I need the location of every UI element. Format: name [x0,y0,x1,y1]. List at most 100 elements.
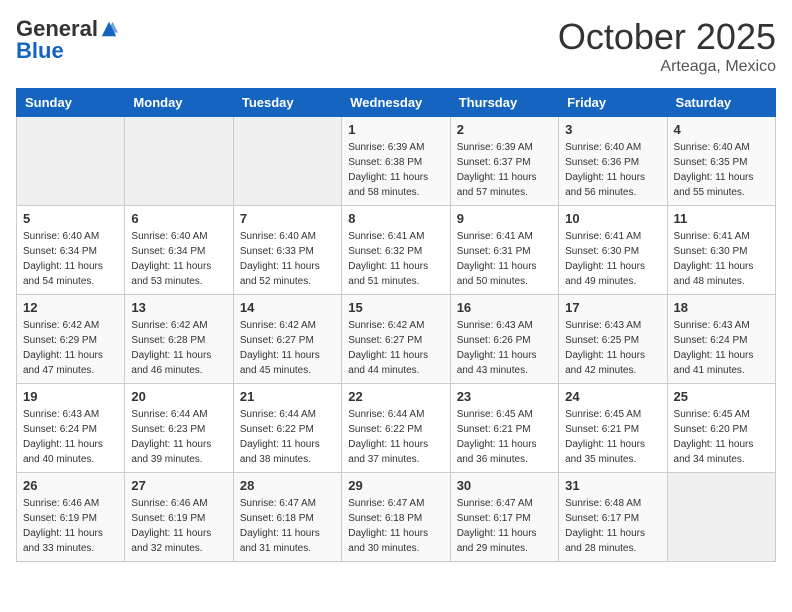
calendar-week-row: 19 Sunrise: 6:43 AMSunset: 6:24 PMDaylig… [17,384,776,473]
calendar-cell: 19 Sunrise: 6:43 AMSunset: 6:24 PMDaylig… [17,384,125,473]
day-info: Sunrise: 6:47 AMSunset: 6:18 PMDaylight:… [240,496,335,556]
calendar-cell: 6 Sunrise: 6:40 AMSunset: 6:34 PMDayligh… [125,206,233,295]
calendar-cell: 5 Sunrise: 6:40 AMSunset: 6:34 PMDayligh… [17,206,125,295]
day-info: Sunrise: 6:41 AMSunset: 6:30 PMDaylight:… [565,229,660,289]
day-number: 26 [23,478,118,493]
day-info: Sunrise: 6:46 AMSunset: 6:19 PMDaylight:… [131,496,226,556]
day-info: Sunrise: 6:48 AMSunset: 6:17 PMDaylight:… [565,496,660,556]
day-number: 2 [457,122,552,137]
calendar-cell: 10 Sunrise: 6:41 AMSunset: 6:30 PMDaylig… [559,206,667,295]
calendar-week-row: 12 Sunrise: 6:42 AMSunset: 6:29 PMDaylig… [17,295,776,384]
day-number: 15 [348,300,443,315]
calendar-cell: 12 Sunrise: 6:42 AMSunset: 6:29 PMDaylig… [17,295,125,384]
day-number: 1 [348,122,443,137]
day-number: 8 [348,211,443,226]
day-info: Sunrise: 6:45 AMSunset: 6:21 PMDaylight:… [457,407,552,467]
calendar-week-row: 26 Sunrise: 6:46 AMSunset: 6:19 PMDaylig… [17,473,776,562]
day-number: 23 [457,389,552,404]
day-info: Sunrise: 6:46 AMSunset: 6:19 PMDaylight:… [23,496,118,556]
day-number: 17 [565,300,660,315]
day-info: Sunrise: 6:45 AMSunset: 6:21 PMDaylight:… [565,407,660,467]
weekday-header-sunday: Sunday [17,89,125,117]
calendar-cell: 11 Sunrise: 6:41 AMSunset: 6:30 PMDaylig… [667,206,775,295]
calendar-cell: 4 Sunrise: 6:40 AMSunset: 6:35 PMDayligh… [667,117,775,206]
day-number: 4 [674,122,769,137]
calendar-cell: 26 Sunrise: 6:46 AMSunset: 6:19 PMDaylig… [17,473,125,562]
day-info: Sunrise: 6:42 AMSunset: 6:29 PMDaylight:… [23,318,118,378]
calendar-cell [17,117,125,206]
day-number: 18 [674,300,769,315]
calendar-cell: 22 Sunrise: 6:44 AMSunset: 6:22 PMDaylig… [342,384,450,473]
day-info: Sunrise: 6:42 AMSunset: 6:28 PMDaylight:… [131,318,226,378]
day-number: 27 [131,478,226,493]
calendar-cell [233,117,341,206]
calendar-cell: 28 Sunrise: 6:47 AMSunset: 6:18 PMDaylig… [233,473,341,562]
weekday-header-thursday: Thursday [450,89,558,117]
day-number: 19 [23,389,118,404]
day-number: 20 [131,389,226,404]
day-info: Sunrise: 6:39 AMSunset: 6:38 PMDaylight:… [348,140,443,200]
day-number: 30 [457,478,552,493]
day-info: Sunrise: 6:41 AMSunset: 6:30 PMDaylight:… [674,229,769,289]
day-info: Sunrise: 6:42 AMSunset: 6:27 PMDaylight:… [348,318,443,378]
day-number: 3 [565,122,660,137]
calendar-cell: 25 Sunrise: 6:45 AMSunset: 6:20 PMDaylig… [667,384,775,473]
day-info: Sunrise: 6:45 AMSunset: 6:20 PMDaylight:… [674,407,769,467]
day-number: 5 [23,211,118,226]
day-number: 13 [131,300,226,315]
day-info: Sunrise: 6:43 AMSunset: 6:26 PMDaylight:… [457,318,552,378]
calendar-cell [667,473,775,562]
day-info: Sunrise: 6:47 AMSunset: 6:17 PMDaylight:… [457,496,552,556]
calendar-cell: 30 Sunrise: 6:47 AMSunset: 6:17 PMDaylig… [450,473,558,562]
calendar-cell: 20 Sunrise: 6:44 AMSunset: 6:23 PMDaylig… [125,384,233,473]
day-info: Sunrise: 6:44 AMSunset: 6:22 PMDaylight:… [348,407,443,467]
calendar-cell: 2 Sunrise: 6:39 AMSunset: 6:37 PMDayligh… [450,117,558,206]
day-info: Sunrise: 6:43 AMSunset: 6:24 PMDaylight:… [23,407,118,467]
day-info: Sunrise: 6:39 AMSunset: 6:37 PMDaylight:… [457,140,552,200]
day-number: 14 [240,300,335,315]
calendar-cell: 29 Sunrise: 6:47 AMSunset: 6:18 PMDaylig… [342,473,450,562]
day-info: Sunrise: 6:43 AMSunset: 6:25 PMDaylight:… [565,318,660,378]
calendar-cell: 16 Sunrise: 6:43 AMSunset: 6:26 PMDaylig… [450,295,558,384]
day-info: Sunrise: 6:47 AMSunset: 6:18 PMDaylight:… [348,496,443,556]
day-info: Sunrise: 6:40 AMSunset: 6:33 PMDaylight:… [240,229,335,289]
day-info: Sunrise: 6:40 AMSunset: 6:36 PMDaylight:… [565,140,660,200]
calendar-cell: 14 Sunrise: 6:42 AMSunset: 6:27 PMDaylig… [233,295,341,384]
day-number: 16 [457,300,552,315]
calendar-cell: 15 Sunrise: 6:42 AMSunset: 6:27 PMDaylig… [342,295,450,384]
day-number: 6 [131,211,226,226]
page-header: General Blue October 2025 Arteaga, Mexic… [16,16,776,76]
weekday-header-monday: Monday [125,89,233,117]
calendar-cell: 23 Sunrise: 6:45 AMSunset: 6:21 PMDaylig… [450,384,558,473]
day-number: 29 [348,478,443,493]
day-number: 10 [565,211,660,226]
logo-blue-text: Blue [16,38,64,64]
day-info: Sunrise: 6:41 AMSunset: 6:32 PMDaylight:… [348,229,443,289]
day-number: 24 [565,389,660,404]
day-info: Sunrise: 6:40 AMSunset: 6:34 PMDaylight:… [131,229,226,289]
day-info: Sunrise: 6:41 AMSunset: 6:31 PMDaylight:… [457,229,552,289]
weekday-header-wednesday: Wednesday [342,89,450,117]
day-number: 9 [457,211,552,226]
calendar-cell: 24 Sunrise: 6:45 AMSunset: 6:21 PMDaylig… [559,384,667,473]
weekday-header-tuesday: Tuesday [233,89,341,117]
day-info: Sunrise: 6:44 AMSunset: 6:22 PMDaylight:… [240,407,335,467]
location: Arteaga, Mexico [558,58,776,76]
title-block: October 2025 Arteaga, Mexico [558,16,776,76]
logo: General Blue [16,16,118,64]
day-number: 22 [348,389,443,404]
calendar-cell: 1 Sunrise: 6:39 AMSunset: 6:38 PMDayligh… [342,117,450,206]
calendar-table: SundayMondayTuesdayWednesdayThursdayFrid… [16,88,776,562]
day-number: 7 [240,211,335,226]
month-title: October 2025 [558,16,776,58]
calendar-week-row: 1 Sunrise: 6:39 AMSunset: 6:38 PMDayligh… [17,117,776,206]
day-number: 11 [674,211,769,226]
day-number: 21 [240,389,335,404]
calendar-cell: 27 Sunrise: 6:46 AMSunset: 6:19 PMDaylig… [125,473,233,562]
calendar-cell: 17 Sunrise: 6:43 AMSunset: 6:25 PMDaylig… [559,295,667,384]
day-number: 25 [674,389,769,404]
calendar-cell: 3 Sunrise: 6:40 AMSunset: 6:36 PMDayligh… [559,117,667,206]
weekday-header-saturday: Saturday [667,89,775,117]
calendar-week-row: 5 Sunrise: 6:40 AMSunset: 6:34 PMDayligh… [17,206,776,295]
calendar-cell: 9 Sunrise: 6:41 AMSunset: 6:31 PMDayligh… [450,206,558,295]
